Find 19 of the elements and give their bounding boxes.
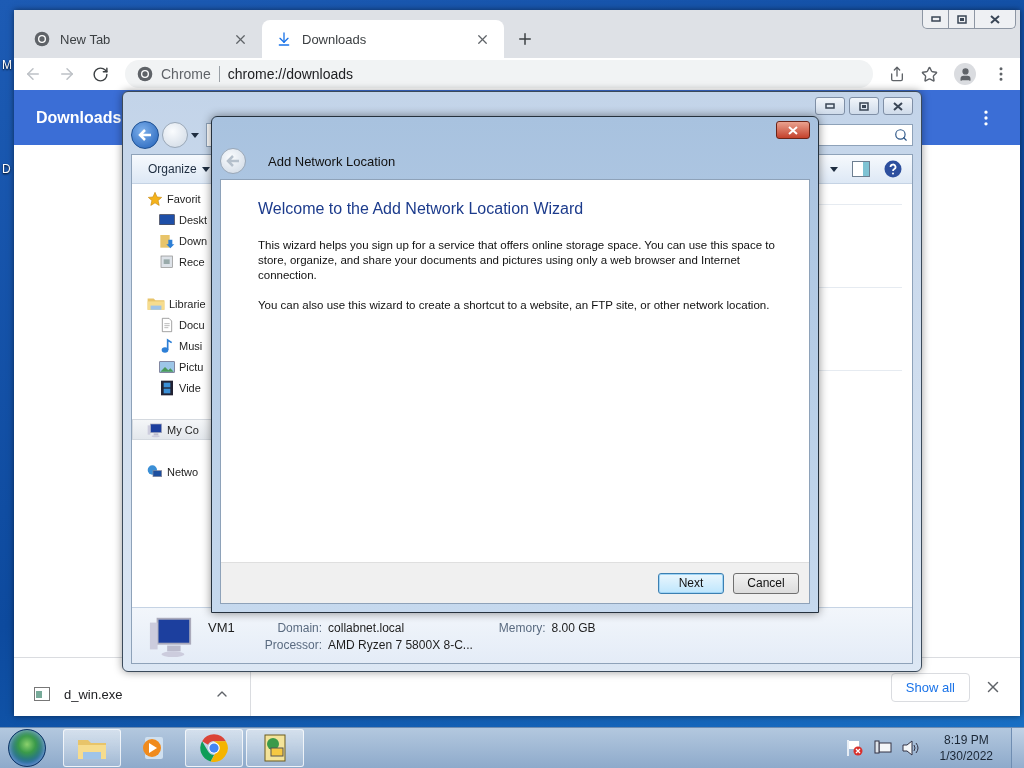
clock-time: 8:19 PM [943,733,989,747]
page-title: Downloads [36,108,122,127]
tab-title: New Tab [60,31,112,47]
field-label: Processor: [264,637,323,652]
field-value: 8.00 GB [551,620,596,635]
field-label: Memory: [498,620,546,635]
dialog-title: Add Network Location [268,153,396,169]
field-value: AMD Ryzen 7 5800X 8-C... [328,637,473,652]
site-label: Chrome [161,66,211,82]
paragraph: You can also use this wizard to create a shortcut to a website, an FTP site, or other network location. [258,298,771,313]
tab-title: Downloads [302,31,368,47]
field-value: collabnet.local [328,620,406,635]
computer-name: VM1 [208,619,235,635]
field-label: Domain: [276,620,323,635]
wizard-heading: Welcome to the Add Network Location Wizard [258,200,585,218]
paragraph: This wizard helps you sign up for a service that offers online storage space. You can use this space to store, organize, and share your documents and pictures using only a web browser and Internet connection. [258,238,776,283]
url-text: chrome://downloads [227,66,354,82]
clock-date: 1/30/2022 [939,749,993,763]
file-name: d_win.exe [64,686,124,702]
